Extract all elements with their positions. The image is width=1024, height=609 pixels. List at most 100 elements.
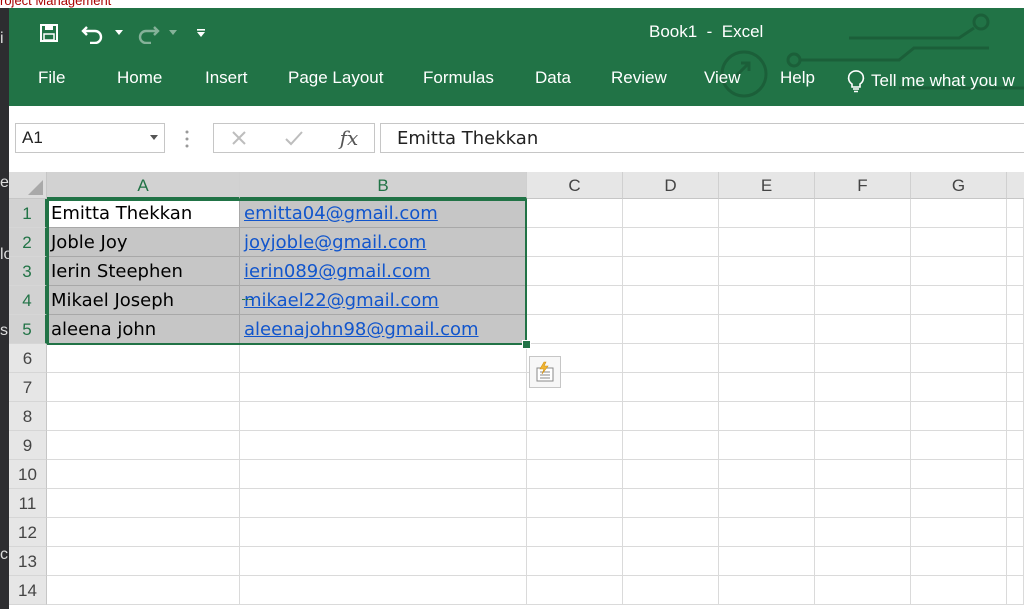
cell-h2[interactable] [1007,228,1024,257]
cell-g4[interactable] [911,286,1007,315]
cell-g8[interactable] [911,402,1007,431]
cell-f9[interactable] [815,431,911,460]
customize-qat-button[interactable] [194,20,208,46]
cell-c10[interactable] [527,460,623,489]
cell-b2[interactable]: joyjoble@gmail.com [240,228,527,257]
cell-e1[interactable] [719,199,815,228]
cell-d2[interactable] [623,228,719,257]
cell-c12[interactable] [527,518,623,547]
cell-b7[interactable] [240,373,527,402]
cell-c14[interactable] [527,576,623,605]
row-header-1[interactable]: 1 [9,199,47,228]
cell-c11[interactable] [527,489,623,518]
cell-c3[interactable] [527,257,623,286]
cell-d13[interactable] [623,547,719,576]
cell-e6[interactable] [719,344,815,373]
chevron-down-icon[interactable] [150,135,158,140]
cell-f8[interactable] [815,402,911,431]
column-header-e[interactable]: E [719,172,815,199]
column-header-c[interactable]: C [527,172,623,199]
email-link[interactable]: mikael22@gmail.com [244,290,439,311]
row-header-11[interactable]: 11 [9,489,47,518]
cell-f11[interactable] [815,489,911,518]
cell-d8[interactable] [623,402,719,431]
cell-d6[interactable] [623,344,719,373]
column-header-g[interactable]: G [911,172,1007,199]
save-button[interactable] [35,20,63,46]
tab-review[interactable]: Review [611,68,667,88]
cell-a6[interactable] [47,344,240,373]
cell-b9[interactable] [240,431,527,460]
cell-e4[interactable] [719,286,815,315]
enter-button[interactable] [279,124,309,152]
cell-a2[interactable]: Joble Joy [47,228,240,257]
cell-d14[interactable] [623,576,719,605]
cell-d10[interactable] [623,460,719,489]
cell-d3[interactable] [623,257,719,286]
email-link[interactable]: aleenajohn98@gmail.com [244,319,479,340]
cell-h12[interactable] [1007,518,1024,547]
cell-g10[interactable] [911,460,1007,489]
row-header-5[interactable]: 5 [9,315,47,344]
row-header-6[interactable]: 6 [9,344,47,373]
cell-h7[interactable] [1007,373,1024,402]
cell-b13[interactable] [240,547,527,576]
cell-d12[interactable] [623,518,719,547]
cell-g14[interactable] [911,576,1007,605]
cell-e9[interactable] [719,431,815,460]
cell-b11[interactable] [240,489,527,518]
cell-b5[interactable]: aleenajohn98@gmail.com [240,315,527,344]
cell-a5[interactable]: aleena john [47,315,240,344]
cell-d1[interactable] [623,199,719,228]
cell-b12[interactable] [240,518,527,547]
row-header-4[interactable]: 4 [9,286,47,315]
row-header-2[interactable]: 2 [9,228,47,257]
cell-g13[interactable] [911,547,1007,576]
cell-g9[interactable] [911,431,1007,460]
cell-c1[interactable] [527,199,623,228]
tab-file[interactable]: File [38,68,65,88]
cell-h10[interactable] [1007,460,1024,489]
row-header-14[interactable]: 14 [9,576,47,605]
row-header-10[interactable]: 10 [9,460,47,489]
cell-f1[interactable] [815,199,911,228]
cell-d4[interactable] [623,286,719,315]
cell-c5[interactable] [527,315,623,344]
row-header-8[interactable]: 8 [9,402,47,431]
cell-g12[interactable] [911,518,1007,547]
cell-c8[interactable] [527,402,623,431]
cell-f5[interactable] [815,315,911,344]
cell-b14[interactable] [240,576,527,605]
cell-a13[interactable] [47,547,240,576]
column-header-h-partial[interactable] [1007,172,1024,199]
cell-h14[interactable] [1007,576,1024,605]
row-header-13[interactable]: 13 [9,547,47,576]
cell-d11[interactable] [623,489,719,518]
column-header-a[interactable]: A [47,172,240,199]
cell-f6[interactable] [815,344,911,373]
cell-e8[interactable] [719,402,815,431]
cell-h6[interactable] [1007,344,1024,373]
undo-button[interactable] [79,20,107,46]
tab-help[interactable]: Help [780,68,815,88]
cell-a4[interactable]: Mikael Joseph [47,286,240,315]
cell-h11[interactable] [1007,489,1024,518]
cell-h13[interactable] [1007,547,1024,576]
cell-f13[interactable] [815,547,911,576]
row-header-3[interactable]: 3 [9,257,47,286]
cell-a7[interactable] [47,373,240,402]
cell-e12[interactable] [719,518,815,547]
email-link[interactable]: joyjoble@gmail.com [244,232,426,253]
cell-b6[interactable] [240,344,527,373]
cell-g5[interactable] [911,315,1007,344]
cell-d9[interactable] [623,431,719,460]
select-all-button[interactable] [9,172,47,199]
cell-g1[interactable] [911,199,1007,228]
column-header-b[interactable]: B [240,172,527,199]
cell-f12[interactable] [815,518,911,547]
cell-c4[interactable] [527,286,623,315]
cell-e13[interactable] [719,547,815,576]
column-header-d[interactable]: D [623,172,719,199]
cell-g6[interactable] [911,344,1007,373]
cell-e5[interactable] [719,315,815,344]
